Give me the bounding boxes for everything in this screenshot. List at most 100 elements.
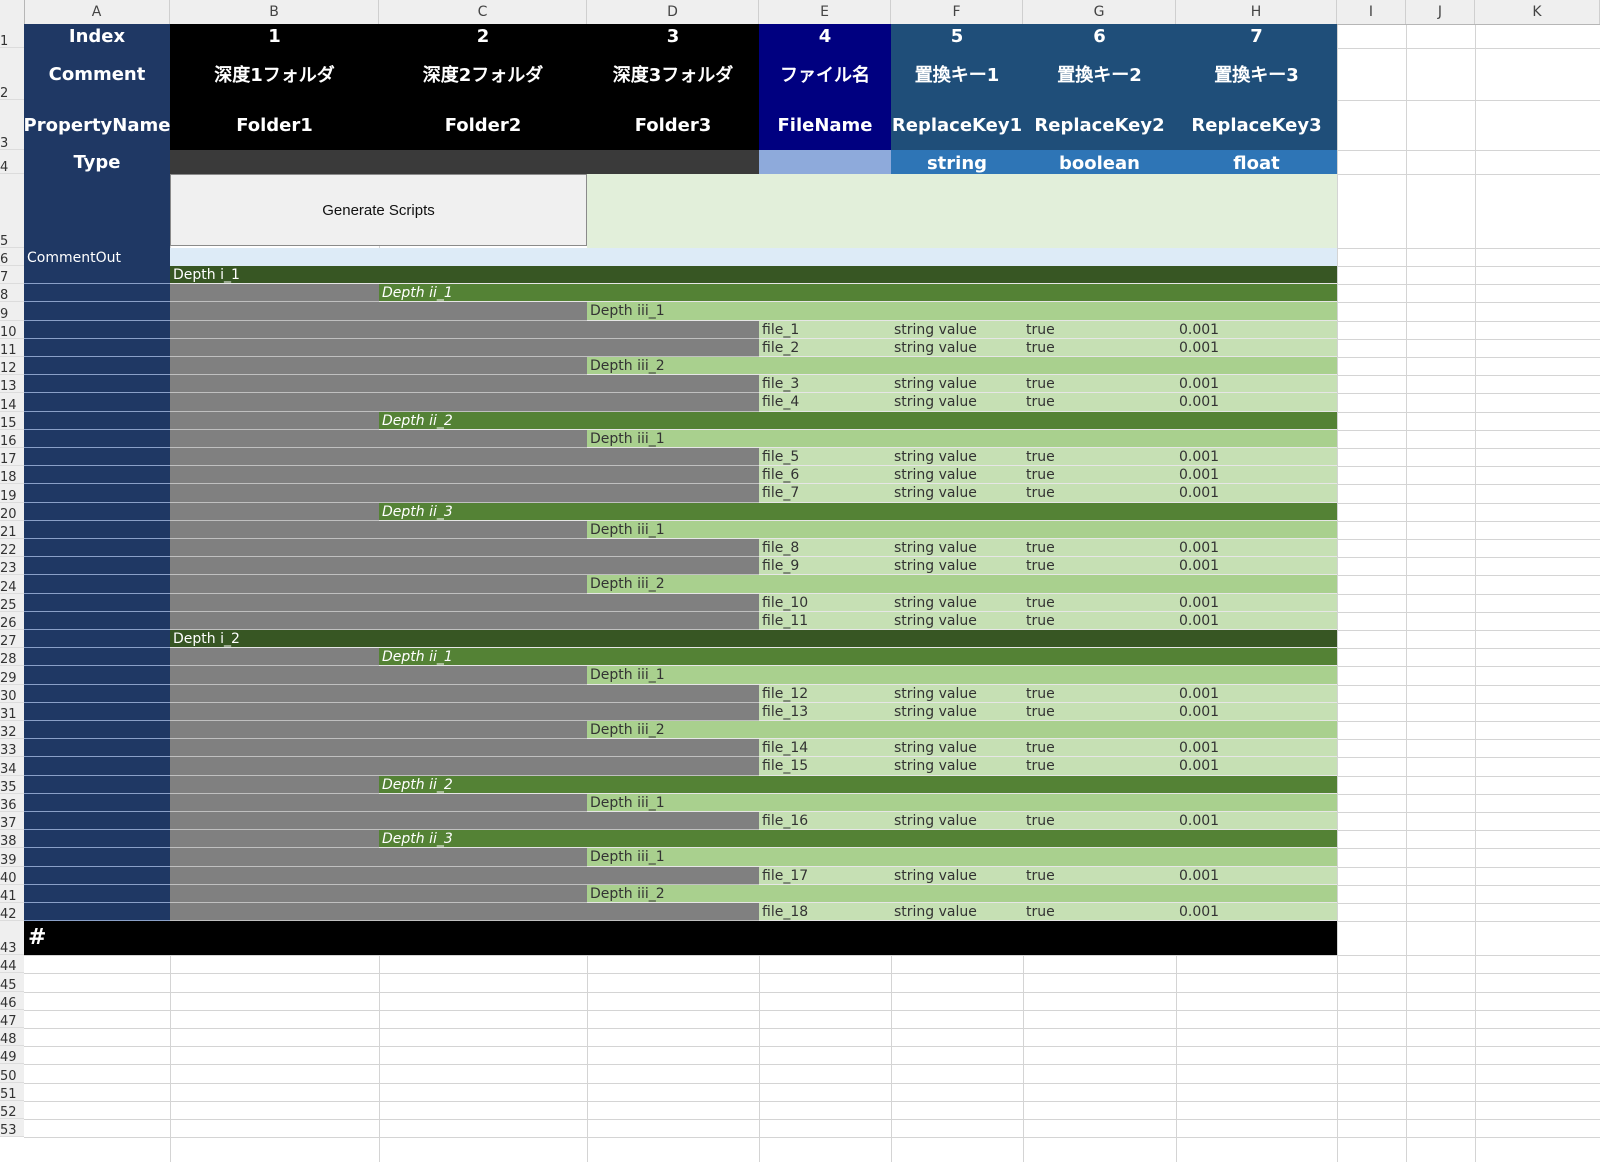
row-header[interactable]: 14 [0,393,24,413]
row-header[interactable]: 44 [0,955,24,975]
column-header-b[interactable]: B [170,0,379,24]
column-header-i[interactable]: I [1337,0,1406,24]
row-header[interactable]: 10 [0,320,24,340]
column-header-a[interactable]: A [24,0,170,24]
row-header[interactable]: 12 [0,357,24,377]
row-header[interactable]: 28 [0,648,24,667]
comment-out-cell [24,484,170,503]
folder-depth-2-label: Depth ii_2 [382,776,453,793]
row-number: 44 [0,959,17,975]
row-header[interactable]: 41 [0,884,24,904]
folder-depth-2-label: Depth ii_3 [382,503,453,520]
row-header[interactable]: 20 [0,502,24,522]
row-header[interactable]: 2 [0,48,24,101]
row-header[interactable]: 15 [0,411,24,431]
column-header-g[interactable]: G [1023,0,1176,24]
row-number: 10 [0,324,17,340]
folder-depth-3-label: Depth iii_2 [590,358,665,374]
row-header[interactable]: 42 [0,903,24,922]
row-header[interactable]: 19 [0,484,24,504]
row-header[interactable]: 53 [0,1119,24,1138]
row-header[interactable]: 36 [0,793,24,813]
row-header[interactable]: 11 [0,338,24,358]
comment-out-cell [24,757,170,776]
row-number: 30 [0,688,17,704]
row-header[interactable]: 43 [0,921,24,956]
comment-out-cell [24,502,170,521]
replace-key3-cell: 0.001 [1179,321,1220,338]
row-number: 19 [0,488,17,504]
row-header[interactable]: 4 [0,150,24,175]
row-header[interactable]: 5 [0,174,24,249]
comment-out-cell [24,702,170,721]
header-indices-cell: 7 [1250,25,1263,47]
column-header-j[interactable]: J [1406,0,1475,24]
row-header[interactable]: 48 [0,1028,24,1047]
row-header[interactable]: 45 [0,973,24,993]
row-header[interactable]: 38 [0,830,24,850]
file-name-cell: file_8 [762,540,800,556]
comment-out-cell [24,903,170,922]
row-header[interactable]: 30 [0,684,24,704]
column-header-f[interactable]: F [891,0,1023,24]
generate-scripts-button[interactable]: Generate Scripts [170,174,587,246]
row-header[interactable]: 52 [0,1100,24,1120]
indent-gray-fill [170,848,587,867]
header-properties-cell: Folder3 [634,114,712,136]
row-number: 22 [0,543,17,559]
column-header-c[interactable]: C [379,0,587,24]
row-number: 52 [0,1104,17,1120]
replace-key2-cell: true [1026,394,1055,411]
row-header[interactable]: 34 [0,757,24,777]
folder-depth-2-label: Depth ii_1 [382,649,453,666]
row-header[interactable]: 26 [0,611,24,631]
indent-gray-fill [170,812,759,831]
row-header[interactable]: 17 [0,448,24,467]
row-number: 12 [0,361,17,377]
row-header[interactable]: 21 [0,520,24,540]
row-header[interactable]: 46 [0,991,24,1011]
row-header[interactable]: 47 [0,1009,24,1029]
row-header[interactable]: 37 [0,812,24,831]
row-header[interactable]: 33 [0,739,24,758]
commentout-label: CommentOut [27,250,121,266]
comment-out-cell [24,739,170,758]
folder-depth-1-label: Depth i_2 [173,631,240,647]
row-header[interactable]: 23 [0,557,24,576]
row-header[interactable]: 1 [0,24,24,49]
folder-depth-3-label: Depth iii_1 [590,303,665,320]
row-header[interactable]: 35 [0,775,24,795]
row-header[interactable]: 25 [0,593,24,613]
row-header[interactable]: 29 [0,666,24,686]
replace-key3-cell: 0.001 [1179,339,1220,356]
header-properties-cell: ReplaceKey2 [1034,114,1165,136]
row-header[interactable]: 6 [0,248,24,267]
row-header[interactable]: 18 [0,466,24,485]
row-header[interactable]: 40 [0,866,24,886]
indent-gray-fill [170,502,379,521]
column-header-k[interactable]: K [1475,0,1600,24]
grid-line-horizontal [24,1046,1600,1048]
row-header[interactable]: 32 [0,721,24,740]
row-header[interactable]: 9 [0,302,24,322]
row-header[interactable]: 3 [0,100,24,151]
column-header-e[interactable]: E [759,0,891,24]
row-header[interactable]: 24 [0,575,24,595]
select-all-corner[interactable] [0,0,25,24]
row-header[interactable]: 39 [0,848,24,868]
column-header-h[interactable]: H [1176,0,1337,24]
row-header[interactable]: 49 [0,1046,24,1065]
row-header[interactable]: 27 [0,630,24,649]
row-header[interactable]: 50 [0,1064,24,1084]
row-header[interactable]: 13 [0,375,24,394]
row-header[interactable]: 16 [0,429,24,449]
row-header[interactable]: 22 [0,539,24,559]
column-header-d[interactable]: D [587,0,759,24]
row-header[interactable]: 31 [0,702,24,722]
row-header[interactable]: 8 [0,284,24,303]
row-header[interactable]: 7 [0,266,24,285]
row-number: 38 [0,834,17,850]
row-header[interactable]: 51 [0,1082,24,1102]
indent-gray-fill [170,284,379,303]
replace-key1-cell: string value [894,612,977,629]
